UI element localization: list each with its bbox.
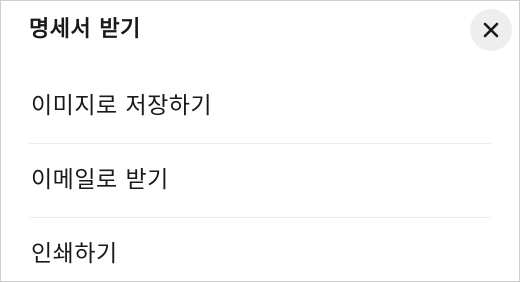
receipt-bottom-sheet: 명세서 받기 이미지로 저장하기 이메일로 받기 인쇄하기: [0, 0, 520, 282]
sheet-title: 명세서 받기: [29, 17, 141, 42]
save-as-image-item[interactable]: 이미지로 저장하기: [1, 69, 519, 143]
close-icon: [483, 22, 499, 38]
receipt-option-list: 이미지로 저장하기 이메일로 받기 인쇄하기: [1, 69, 519, 281]
receive-by-email-label: 이메일로 받기: [31, 167, 169, 193]
print-item[interactable]: 인쇄하기: [1, 217, 519, 281]
save-as-image-label: 이미지로 저장하기: [31, 93, 213, 119]
print-label: 인쇄하기: [31, 241, 118, 267]
close-button[interactable]: [470, 9, 512, 51]
receive-by-email-item[interactable]: 이메일로 받기: [1, 143, 519, 217]
